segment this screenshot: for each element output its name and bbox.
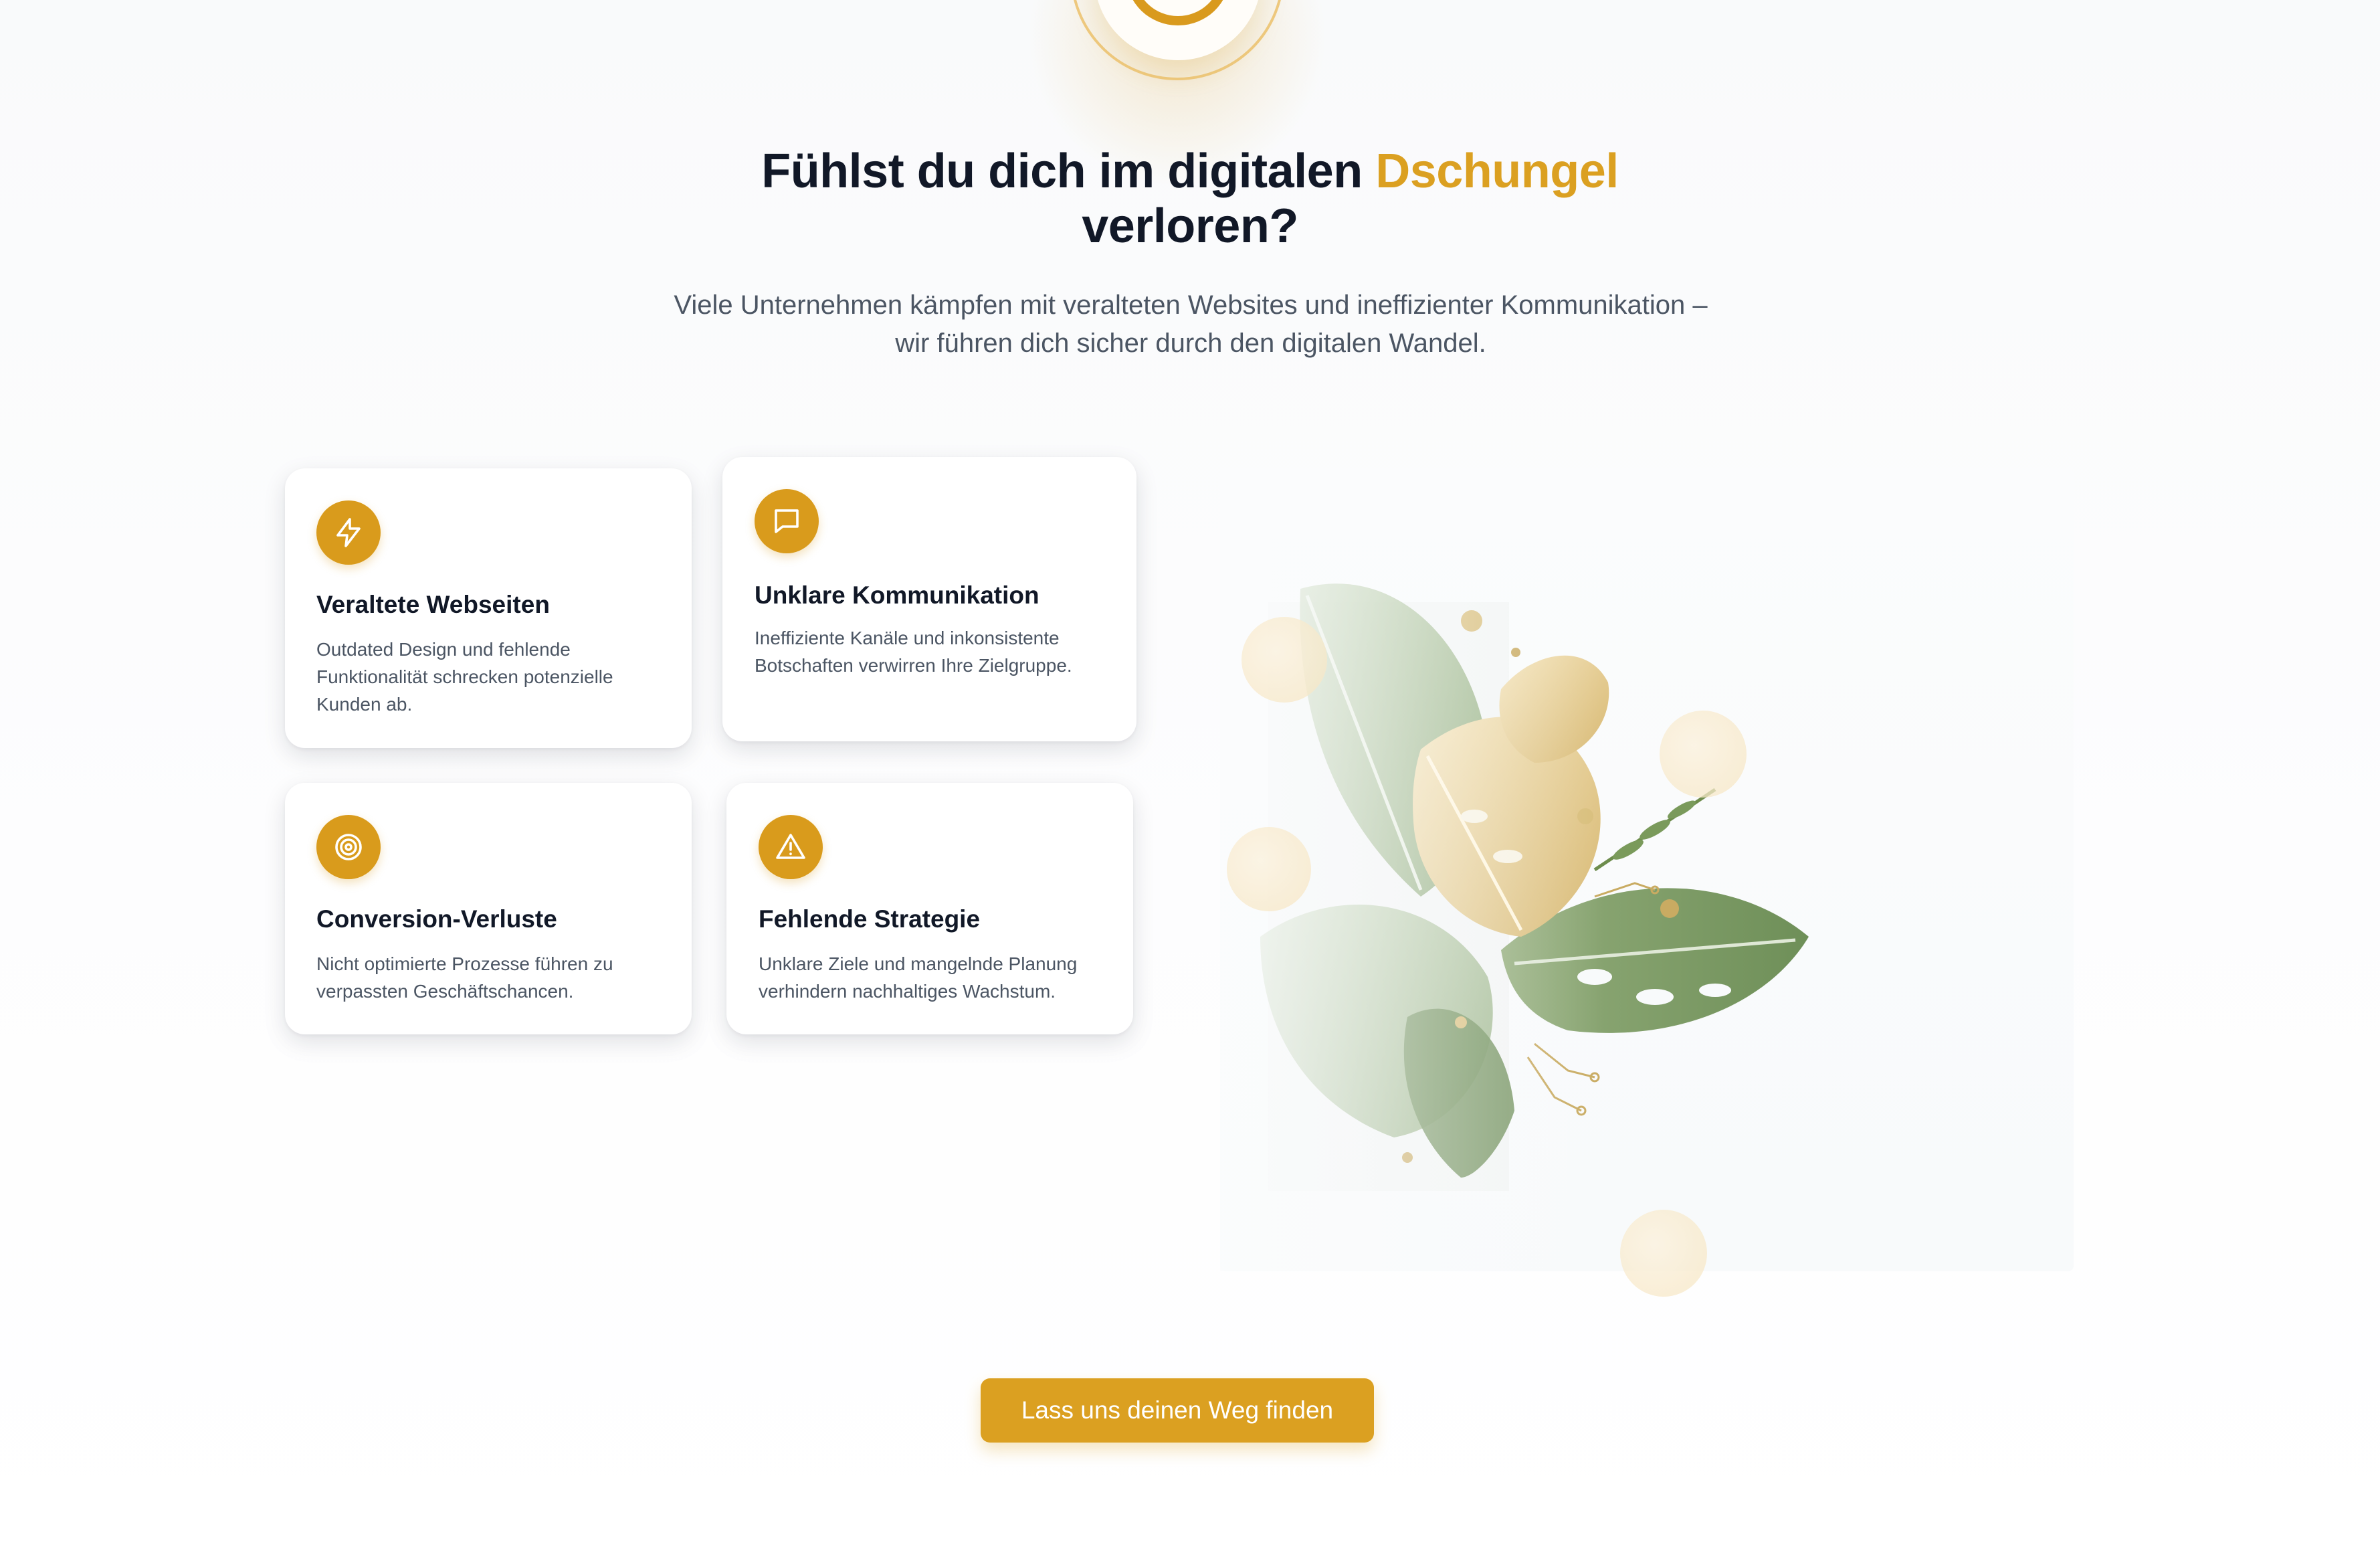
decor-dot (1660, 711, 1747, 798)
find-your-way-button[interactable]: Lass uns deinen Weg finden (981, 1378, 1374, 1443)
card-text: Unklare Ziele und mangelnde Planung verh… (759, 953, 1078, 1002)
card-title: Conversion-Verluste (316, 905, 557, 933)
problem-card-unclear-communication: Unklare Kommunikation Ineffiziente Kanäl… (722, 457, 1136, 741)
card-title: Fehlende Strategie (759, 905, 981, 933)
section-title-part2: verloren? (1082, 199, 1298, 253)
problem-card-outdated-websites: Veraltete Webseiten Outdated Design und … (285, 468, 692, 748)
target-icon (316, 815, 381, 879)
jungle-leaves-illustration (1220, 468, 2074, 1297)
card-title: Veraltete Webseiten (316, 591, 550, 618)
lightning-icon (316, 500, 381, 565)
section-title-accent: Dschungel (1375, 145, 1619, 198)
decor-dot (1242, 617, 1327, 703)
warning-icon (759, 815, 823, 879)
card-title: Unklare Kommunikation (755, 581, 1039, 609)
card-text: Nicht optimierte Prozesse führen zu verp… (316, 953, 613, 1002)
problem-card-conversion-losses: Conversion-Verluste Nicht optimierte Pro… (285, 783, 692, 1034)
card-text: Ineffiziente Kanäle und inkonsistente Bo… (755, 628, 1072, 676)
section-intro-line1: Viele Unternehmen kämpfen mit veralteten… (674, 290, 1708, 320)
problem-card-missing-strategy: Fehlende Strategie Unklare Ziele und man… (726, 783, 1133, 1034)
section-title-part1: Fühlst du dich im digitalen (761, 145, 1376, 198)
section-title: Fühlst du dich im digitalen Dschungel ve… (0, 144, 2380, 254)
card-text: Outdated Design und fehlende Funktionali… (316, 639, 613, 715)
decor-dot (1227, 827, 1311, 911)
decor-dot (1620, 1210, 1707, 1297)
section-intro: Viele Unternehmen kämpfen mit veralteten… (642, 286, 1739, 363)
message-icon (755, 489, 819, 553)
section-intro-line2: wir führen dich sicher durch den digital… (895, 329, 1486, 358)
